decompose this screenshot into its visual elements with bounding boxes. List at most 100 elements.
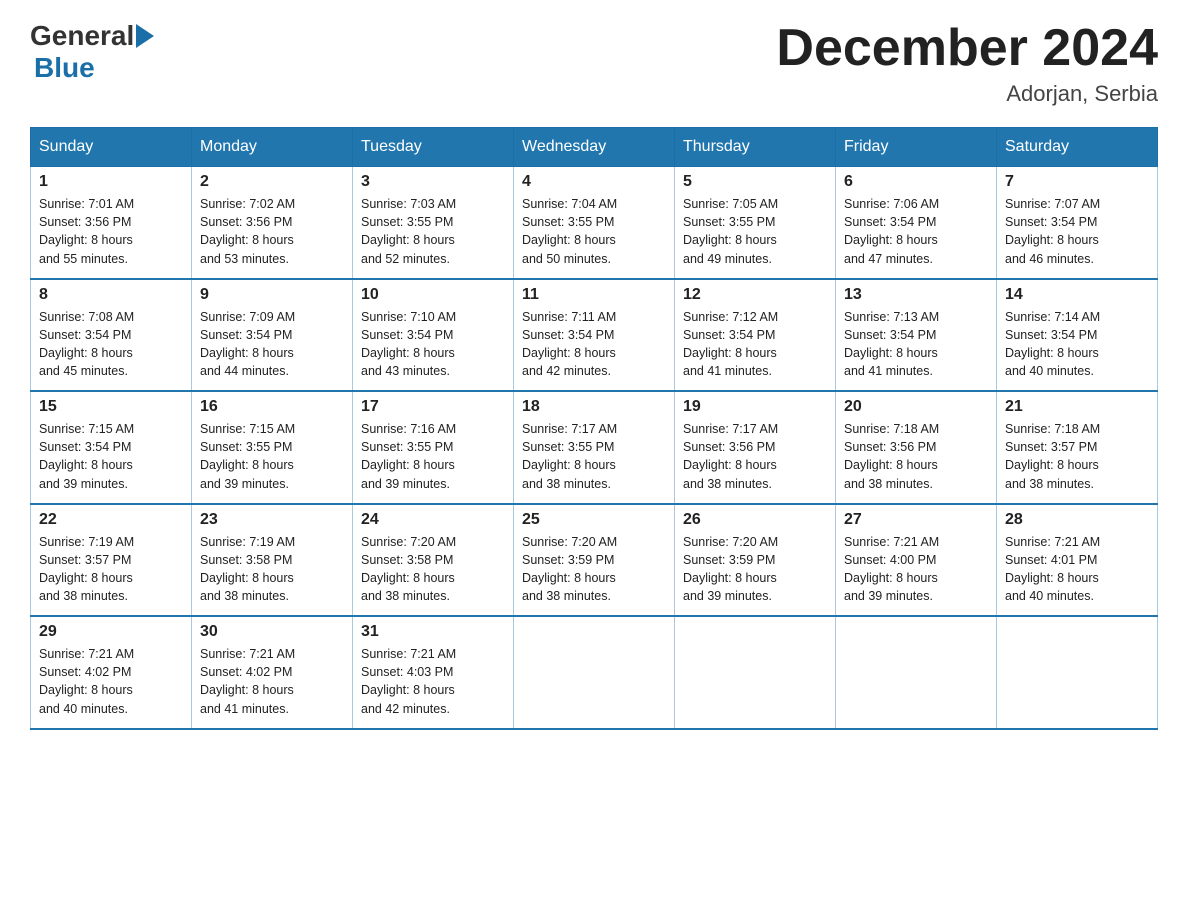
day-cell-25: 25 Sunrise: 7:20 AMSunset: 3:59 PMDayligh…	[514, 504, 675, 617]
day-info: Sunrise: 7:03 AMSunset: 3:55 PMDaylight:…	[361, 195, 505, 268]
day-cell-15: 15Sunrise: 7:15 AMSunset: 3:54 PMDayligh…	[31, 391, 192, 504]
logo-general-text: General	[30, 20, 134, 52]
day-cell-2: 2 Sunrise: 7:02 AMSunset: 3:56 PMDaylight…	[192, 167, 353, 279]
weekday-header-thursday: Thursday	[675, 128, 836, 167]
day-number: 3	[361, 173, 505, 191]
day-cell-30: 30 Sunrise: 7:21 AMSunset: 4:02 PMDayligh…	[192, 616, 353, 729]
day-cell-24: 24 Sunrise: 7:20 AMSunset: 3:58 PMDayligh…	[353, 504, 514, 617]
day-cell-21: 21 Sunrise: 7:18 AMSunset: 3:57 PMDayligh…	[997, 391, 1158, 504]
day-number: 11	[522, 286, 666, 304]
day-number: 22	[39, 511, 183, 529]
day-info: Sunrise: 7:20 AMSunset: 3:59 PMDaylight:…	[522, 533, 666, 606]
day-number: 24	[361, 511, 505, 529]
day-cell-17: 17 Sunrise: 7:16 AMSunset: 3:55 PMDayligh…	[353, 391, 514, 504]
day-cell-4: 4Sunrise: 7:04 AMSunset: 3:55 PMDaylight…	[514, 167, 675, 279]
day-number: 7	[1005, 173, 1149, 191]
day-info: Sunrise: 7:07 AMSunset: 3:54 PMDaylight:…	[1005, 195, 1149, 268]
day-info: Sunrise: 7:19 AMSunset: 3:57 PMDaylight:…	[39, 533, 183, 606]
day-cell-10: 10 Sunrise: 7:10 AMSunset: 3:54 PMDayligh…	[353, 279, 514, 392]
day-cell-14: 14Sunrise: 7:14 AMSunset: 3:54 PMDayligh…	[997, 279, 1158, 392]
day-number: 17	[361, 398, 505, 416]
day-number: 18	[522, 398, 666, 416]
day-cell-13: 13 Sunrise: 7:13 AMSunset: 3:54 PMDayligh…	[836, 279, 997, 392]
day-info: Sunrise: 7:21 AMSunset: 4:00 PMDaylight:…	[844, 533, 988, 606]
day-info: Sunrise: 7:19 AMSunset: 3:58 PMDaylight:…	[200, 533, 344, 606]
day-number: 27	[844, 511, 988, 529]
empty-cell	[997, 616, 1158, 729]
week-row-1: 1 Sunrise: 7:01 AMSunset: 3:56 PMDaylight…	[31, 167, 1158, 279]
week-row-2: 8 Sunrise: 7:08 AMSunset: 3:54 PMDaylight…	[31, 279, 1158, 392]
day-cell-31: 31 Sunrise: 7:21 AMSunset: 4:03 PMDayligh…	[353, 616, 514, 729]
month-title: December 2024	[776, 20, 1158, 77]
day-number: 29	[39, 623, 183, 641]
day-cell-28: 28Sunrise: 7:21 AMSunset: 4:01 PMDayligh…	[997, 504, 1158, 617]
week-row-3: 15Sunrise: 7:15 AMSunset: 3:54 PMDayligh…	[31, 391, 1158, 504]
day-info: Sunrise: 7:21 AMSunset: 4:03 PMDaylight:…	[361, 645, 505, 718]
day-number: 28	[1005, 511, 1149, 529]
day-number: 31	[361, 623, 505, 641]
day-number: 15	[39, 398, 183, 416]
day-info: Sunrise: 7:09 AMSunset: 3:54 PMDaylight:…	[200, 308, 344, 381]
logo-blue-text: Blue	[34, 52, 154, 84]
day-cell-26: 26 Sunrise: 7:20 AMSunset: 3:59 PMDayligh…	[675, 504, 836, 617]
day-number: 1	[39, 173, 183, 191]
weekday-header-wednesday: Wednesday	[514, 128, 675, 167]
day-info: Sunrise: 7:13 AMSunset: 3:54 PMDaylight:…	[844, 308, 988, 381]
day-number: 10	[361, 286, 505, 304]
location: Adorjan, Serbia	[776, 81, 1158, 107]
day-info: Sunrise: 7:01 AMSunset: 3:56 PMDaylight:…	[39, 195, 183, 268]
day-info: Sunrise: 7:02 AMSunset: 3:56 PMDaylight:…	[200, 195, 344, 268]
calendar-table: SundayMondayTuesdayWednesdayThursdayFrid…	[30, 127, 1158, 730]
day-number: 5	[683, 173, 827, 191]
weekday-header-tuesday: Tuesday	[353, 128, 514, 167]
day-cell-9: 9Sunrise: 7:09 AMSunset: 3:54 PMDaylight…	[192, 279, 353, 392]
empty-cell	[836, 616, 997, 729]
day-info: Sunrise: 7:17 AMSunset: 3:55 PMDaylight:…	[522, 420, 666, 493]
day-cell-12: 12Sunrise: 7:12 AMSunset: 3:54 PMDayligh…	[675, 279, 836, 392]
day-info: Sunrise: 7:06 AMSunset: 3:54 PMDaylight:…	[844, 195, 988, 268]
day-cell-20: 20 Sunrise: 7:18 AMSunset: 3:56 PMDayligh…	[836, 391, 997, 504]
day-number: 6	[844, 173, 988, 191]
page-header: General Blue December 2024 Adorjan, Serb…	[30, 20, 1158, 107]
weekday-header-saturday: Saturday	[997, 128, 1158, 167]
day-number: 16	[200, 398, 344, 416]
day-info: Sunrise: 7:20 AMSunset: 3:59 PMDaylight:…	[683, 533, 827, 606]
day-info: Sunrise: 7:18 AMSunset: 3:57 PMDaylight:…	[1005, 420, 1149, 493]
week-row-5: 29 Sunrise: 7:21 AMSunset: 4:02 PMDayligh…	[31, 616, 1158, 729]
day-cell-16: 16 Sunrise: 7:15 AMSunset: 3:55 PMDayligh…	[192, 391, 353, 504]
day-cell-1: 1 Sunrise: 7:01 AMSunset: 3:56 PMDaylight…	[31, 167, 192, 279]
day-number: 30	[200, 623, 344, 641]
empty-cell	[675, 616, 836, 729]
day-number: 23	[200, 511, 344, 529]
day-info: Sunrise: 7:10 AMSunset: 3:54 PMDaylight:…	[361, 308, 505, 381]
day-cell-11: 11 Sunrise: 7:11 AMSunset: 3:54 PMDayligh…	[514, 279, 675, 392]
day-number: 20	[844, 398, 988, 416]
logo: General Blue	[30, 20, 154, 84]
weekday-header-monday: Monday	[192, 128, 353, 167]
day-info: Sunrise: 7:16 AMSunset: 3:55 PMDaylight:…	[361, 420, 505, 493]
day-number: 13	[844, 286, 988, 304]
day-info: Sunrise: 7:20 AMSunset: 3:58 PMDaylight:…	[361, 533, 505, 606]
day-info: Sunrise: 7:08 AMSunset: 3:54 PMDaylight:…	[39, 308, 183, 381]
logo-arrow-icon	[136, 24, 154, 48]
day-info: Sunrise: 7:18 AMSunset: 3:56 PMDaylight:…	[844, 420, 988, 493]
day-number: 26	[683, 511, 827, 529]
day-number: 21	[1005, 398, 1149, 416]
day-number: 8	[39, 286, 183, 304]
week-row-4: 22 Sunrise: 7:19 AMSunset: 3:57 PMDayligh…	[31, 504, 1158, 617]
day-cell-22: 22 Sunrise: 7:19 AMSunset: 3:57 PMDayligh…	[31, 504, 192, 617]
day-cell-7: 7 Sunrise: 7:07 AMSunset: 3:54 PMDaylight…	[997, 167, 1158, 279]
day-info: Sunrise: 7:04 AMSunset: 3:55 PMDaylight:…	[522, 195, 666, 268]
day-info: Sunrise: 7:15 AMSunset: 3:55 PMDaylight:…	[200, 420, 344, 493]
day-cell-19: 19Sunrise: 7:17 AMSunset: 3:56 PMDayligh…	[675, 391, 836, 504]
title-block: December 2024 Adorjan, Serbia	[776, 20, 1158, 107]
day-cell-3: 3 Sunrise: 7:03 AMSunset: 3:55 PMDaylight…	[353, 167, 514, 279]
day-cell-29: 29Sunrise: 7:21 AMSunset: 4:02 PMDayligh…	[31, 616, 192, 729]
day-number: 25	[522, 511, 666, 529]
weekday-header-sunday: Sunday	[31, 128, 192, 167]
day-number: 2	[200, 173, 344, 191]
day-cell-6: 6 Sunrise: 7:06 AMSunset: 3:54 PMDaylight…	[836, 167, 997, 279]
weekday-header-row: SundayMondayTuesdayWednesdayThursdayFrid…	[31, 128, 1158, 167]
day-info: Sunrise: 7:11 AMSunset: 3:54 PMDaylight:…	[522, 308, 666, 381]
day-info: Sunrise: 7:21 AMSunset: 4:02 PMDaylight:…	[200, 645, 344, 718]
